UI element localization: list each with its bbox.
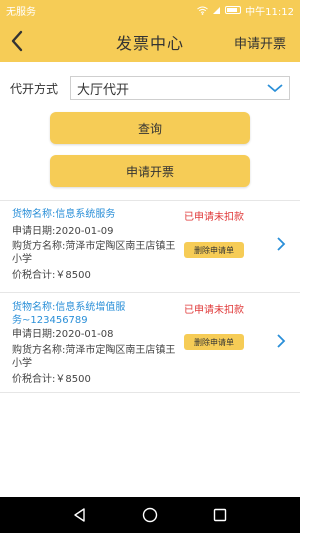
- header-apply-invoice-link[interactable]: 申请开票: [234, 33, 286, 52]
- apply-date: 申请日期:2020-01-08: [12, 329, 114, 340]
- apply-date: 申请日期:2020-01-09: [12, 226, 114, 237]
- clock-text: 中午11:12: [245, 6, 294, 18]
- issue-method-label: 代开方式: [10, 81, 59, 96]
- status-icons: 中午11:12: [197, 3, 294, 18]
- buyer-name-cont: 小学: [12, 254, 32, 265]
- delete-application-button[interactable]: 删除申请单: [184, 334, 244, 350]
- card-divider: [0, 392, 300, 393]
- total-amount: 价税合计:￥8500: [12, 374, 91, 385]
- delete-application-button[interactable]: 删除申请单: [184, 242, 244, 258]
- buyer-name: 购货方名称:菏泽市定陶区南王店镇王: [12, 345, 176, 356]
- invoice-status: 已申请未扣款: [184, 305, 244, 316]
- app-header: 发票中心 申请开票: [0, 20, 300, 62]
- android-nav-bar: [0, 497, 300, 533]
- invoice-card[interactable]: 货物名称:信息系统服务 已申请未扣款 申请日期:2020-01-09 购货方名称…: [0, 200, 300, 292]
- goods-name-cont: 务~123456789: [12, 315, 88, 326]
- status-bar: 无服务 中午11:12: [0, 0, 300, 20]
- issue-method-select[interactable]: 大厅代开: [70, 76, 290, 100]
- nav-home-icon[interactable]: [142, 507, 158, 523]
- goods-name: 货物名称:信息系统服务: [12, 209, 116, 220]
- buyer-name: 购货方名称:菏泽市定陶区南王店镇王: [12, 241, 176, 252]
- goods-name: 货物名称:信息系统增值服: [12, 302, 126, 313]
- chevron-right-icon[interactable]: [276, 236, 286, 252]
- wifi-icon: [197, 6, 208, 15]
- issue-method-filter: 代开方式 大厅代开: [10, 76, 290, 100]
- battery-icon: [225, 6, 242, 14]
- buyer-name-cont: 小学: [12, 358, 32, 369]
- signal-icon: [213, 6, 221, 14]
- chevron-down-icon: [267, 84, 283, 93]
- nav-back-icon[interactable]: [73, 508, 87, 522]
- issue-method-value: 大厅代开: [77, 82, 130, 98]
- total-amount: 价税合计:￥8500: [12, 270, 91, 281]
- chevron-right-icon[interactable]: [276, 333, 286, 349]
- invoice-card[interactable]: 货物名称:信息系统增值服 务~123456789 已申请未扣款 申请日期:202…: [0, 292, 300, 392]
- query-button[interactable]: 查询: [50, 112, 250, 144]
- invoice-status: 已申请未扣款: [184, 212, 244, 223]
- carrier-text: 无服务: [6, 6, 36, 18]
- nav-recents-icon[interactable]: [213, 508, 227, 522]
- apply-invoice-button[interactable]: 申请开票: [50, 155, 250, 187]
